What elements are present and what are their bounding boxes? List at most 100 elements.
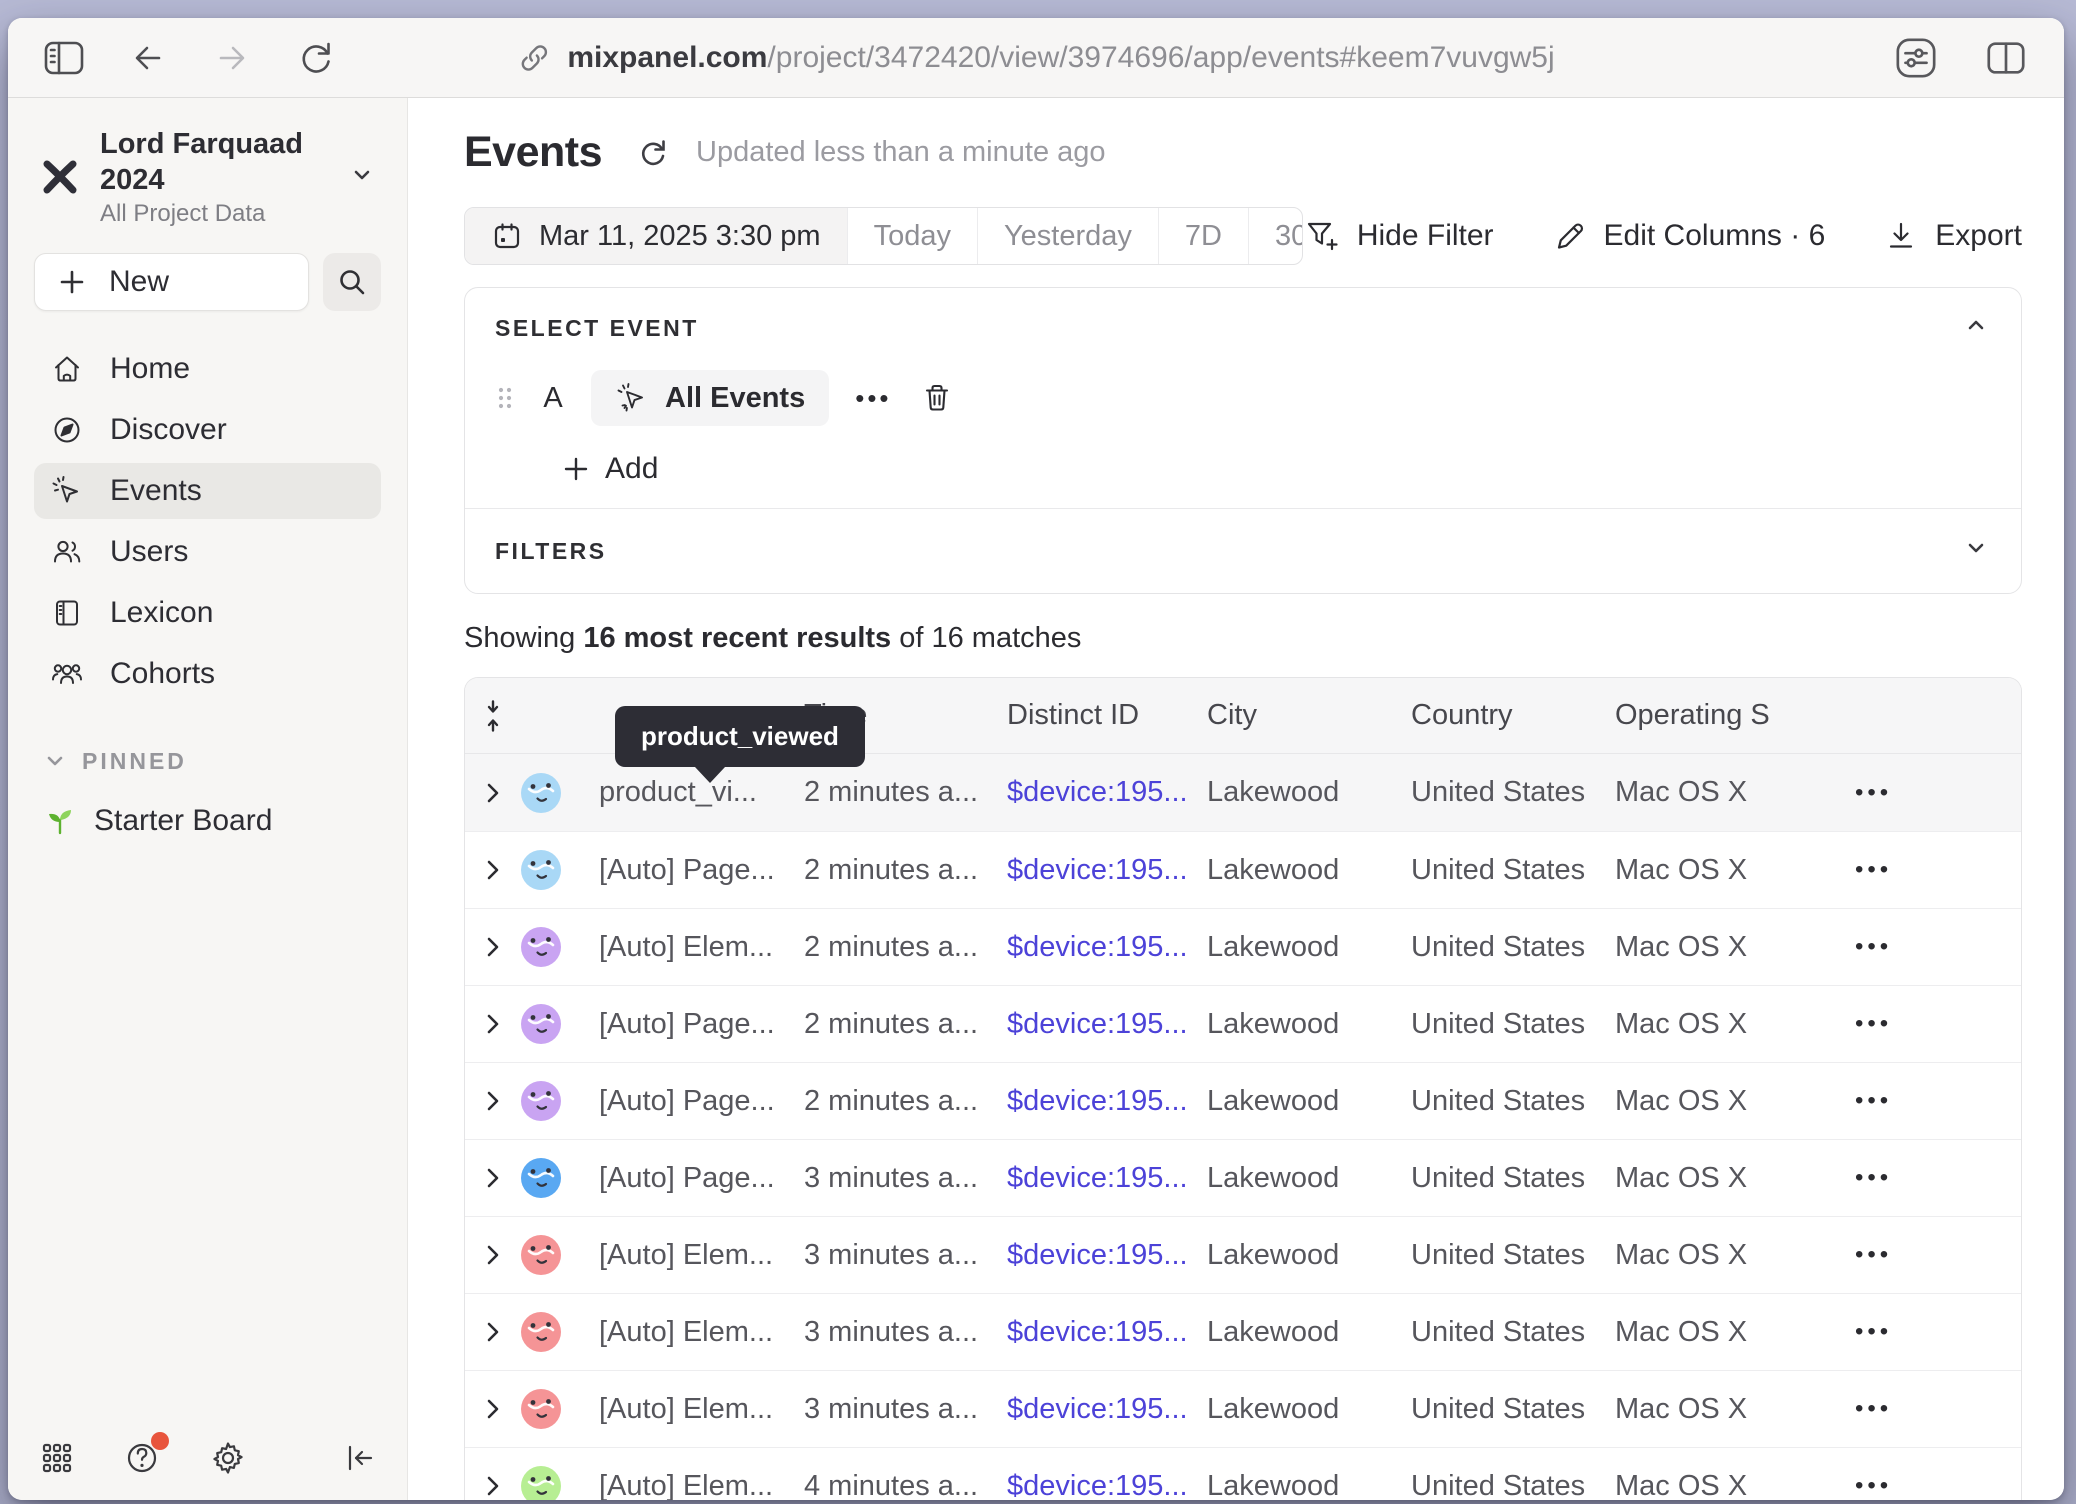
- table-row[interactable]: [Auto] Elem... 3 minutes a... $device:19…: [465, 1370, 2021, 1447]
- table-row[interactable]: [Auto] Page... 2 minutes a... $device:19…: [465, 831, 2021, 908]
- reload-icon[interactable]: [294, 36, 338, 80]
- distinct-id-link[interactable]: $device:195...: [1007, 931, 1207, 964]
- help-icon[interactable]: [122, 1438, 162, 1478]
- distinct-id-link[interactable]: $device:195...: [1007, 1162, 1207, 1195]
- plus-icon: [561, 454, 591, 484]
- os-cell: Mac OS X: [1615, 1316, 1813, 1349]
- distinct-id-column-header[interactable]: Distinct ID: [1007, 699, 1207, 732]
- distinct-id-link[interactable]: $device:195...: [1007, 1393, 1207, 1426]
- city-cell: Lakewood: [1207, 1162, 1411, 1195]
- date-picker-button[interactable]: Mar 11, 2025 3:30 pm: [465, 208, 848, 264]
- sidebar-item-starter-board[interactable]: Starter Board: [34, 803, 381, 839]
- sidebar-item-cohorts[interactable]: Cohorts: [34, 646, 381, 702]
- add-event-button[interactable]: Add: [561, 452, 1991, 486]
- preset-7d[interactable]: 7D: [1159, 208, 1249, 264]
- row-more-button[interactable]: •••: [1813, 1395, 2021, 1423]
- row-expand-icon[interactable]: [481, 1242, 505, 1268]
- row-expand-icon[interactable]: [481, 1473, 505, 1499]
- collapse-rows-icon[interactable]: [465, 699, 521, 733]
- row-expand-icon[interactable]: [481, 1011, 505, 1037]
- sidebar-item-lexicon[interactable]: Lexicon: [34, 585, 381, 641]
- distinct-id-link[interactable]: $device:195...: [1007, 1085, 1207, 1118]
- os-cell: Mac OS X: [1615, 776, 1813, 809]
- table-row[interactable]: [Auto] Elem... 3 minutes a... $device:19…: [465, 1293, 2021, 1370]
- table-row[interactable]: [Auto] Elem... 4 minutes a... $device:19…: [465, 1447, 2021, 1500]
- table-row[interactable]: [Auto] Page... 2 minutes a... $device:19…: [465, 985, 2021, 1062]
- cohorts-icon: [50, 657, 84, 691]
- row-more-button[interactable]: •••: [1813, 779, 2021, 807]
- sidebar-item-discover[interactable]: Discover: [34, 402, 381, 458]
- city-cell: Lakewood: [1207, 1085, 1411, 1118]
- event-row-label: A: [541, 382, 565, 415]
- refresh-icon[interactable]: [636, 136, 670, 170]
- distinct-id-link[interactable]: $device:195...: [1007, 1008, 1207, 1041]
- os-cell: Mac OS X: [1615, 1085, 1813, 1118]
- split-view-icon[interactable]: [1984, 36, 2028, 80]
- expand-section-icon[interactable]: [1961, 533, 1991, 569]
- event-selector-chip[interactable]: All Events: [591, 370, 829, 426]
- address-bar[interactable]: mixpanel.com/project/3472420/view/397469…: [517, 18, 1554, 97]
- time-cell: 2 minutes a...: [804, 931, 1007, 964]
- edit-columns-button[interactable]: Edit Columns · 6: [1552, 218, 1826, 254]
- forward-icon[interactable]: [210, 36, 254, 80]
- sidebar-item-home[interactable]: Home: [34, 341, 381, 397]
- sidebar-toggle-icon[interactable]: [42, 36, 86, 80]
- preset-today[interactable]: Today: [848, 208, 978, 264]
- country-cell: United States: [1411, 1008, 1615, 1041]
- event-more-button[interactable]: •••: [855, 385, 891, 411]
- distinct-id-link[interactable]: $device:195...: [1007, 776, 1207, 809]
- search-button[interactable]: [323, 253, 381, 311]
- row-more-button[interactable]: •••: [1813, 1472, 2021, 1500]
- project-switcher[interactable]: Lord Farquaad 2024 All Project Data: [34, 120, 381, 253]
- drag-handle-icon[interactable]: [495, 381, 515, 415]
- row-more-button[interactable]: •••: [1813, 856, 2021, 884]
- row-expand-icon[interactable]: [481, 1396, 505, 1422]
- table-row[interactable]: [Auto] Page... 2 minutes a... $device:19…: [465, 1062, 2021, 1139]
- city-column-header[interactable]: City: [1207, 699, 1411, 732]
- event-name-cell: [Auto] Elem...: [599, 931, 804, 964]
- export-button[interactable]: Export: [1883, 218, 2022, 254]
- back-icon[interactable]: [126, 36, 170, 80]
- row-expand-icon[interactable]: [481, 1319, 505, 1345]
- row-expand-icon[interactable]: [481, 857, 505, 883]
- row-expand-icon[interactable]: [481, 780, 505, 806]
- pinned-section-header[interactable]: PINNED: [34, 748, 381, 775]
- new-button-label: New: [109, 265, 169, 299]
- row-more-button[interactable]: •••: [1813, 1318, 2021, 1346]
- url-path: /project/3472420/view/3974696/app/events…: [767, 41, 1554, 74]
- collapse-sidebar-icon[interactable]: [341, 1439, 379, 1477]
- city-cell: Lakewood: [1207, 1008, 1411, 1041]
- distinct-id-link[interactable]: $device:195...: [1007, 1316, 1207, 1349]
- country-cell: United States: [1411, 1393, 1615, 1426]
- os-column-header[interactable]: Operating S: [1615, 699, 1813, 732]
- distinct-id-link[interactable]: $device:195...: [1007, 1470, 1207, 1501]
- table-row[interactable]: [Auto] Elem... 3 minutes a... $device:19…: [465, 1216, 2021, 1293]
- distinct-id-link[interactable]: $device:195...: [1007, 1239, 1207, 1272]
- time-cell: 2 minutes a...: [804, 776, 1007, 809]
- row-expand-icon[interactable]: [481, 934, 505, 960]
- row-more-button[interactable]: •••: [1813, 933, 2021, 961]
- sidebar-item-label: Lexicon: [110, 596, 213, 630]
- distinct-id-link[interactable]: $device:195...: [1007, 854, 1207, 887]
- row-more-button[interactable]: •••: [1813, 1164, 2021, 1192]
- row-expand-icon[interactable]: [481, 1165, 505, 1191]
- collapse-section-icon[interactable]: [1961, 310, 1991, 346]
- sidebar-item-events[interactable]: Events: [34, 463, 381, 519]
- trash-icon[interactable]: [918, 379, 956, 417]
- table-row[interactable]: [Auto] Elem... 2 minutes a... $device:19…: [465, 908, 2021, 985]
- settings-gear-icon[interactable]: [208, 1438, 248, 1478]
- preset-yesterday[interactable]: Yesterday: [978, 208, 1159, 264]
- row-more-button[interactable]: •••: [1813, 1010, 2021, 1038]
- preset-30d[interactable]: 30D: [1249, 208, 1303, 264]
- hide-filter-button[interactable]: Hide Filter: [1303, 217, 1494, 255]
- new-button[interactable]: New: [34, 253, 309, 311]
- page-settings-icon[interactable]: [1894, 36, 1938, 80]
- table-row[interactable]: [Auto] Page... 3 minutes a... $device:19…: [465, 1139, 2021, 1216]
- row-more-button[interactable]: •••: [1813, 1241, 2021, 1269]
- sidebar-item-users[interactable]: Users: [34, 524, 381, 580]
- row-more-button[interactable]: •••: [1813, 1087, 2021, 1115]
- apps-grid-icon[interactable]: [38, 1439, 76, 1477]
- row-expand-icon[interactable]: [481, 1088, 505, 1114]
- event-name-cell: [Auto] Page...: [599, 1085, 804, 1118]
- country-column-header[interactable]: Country: [1411, 699, 1615, 732]
